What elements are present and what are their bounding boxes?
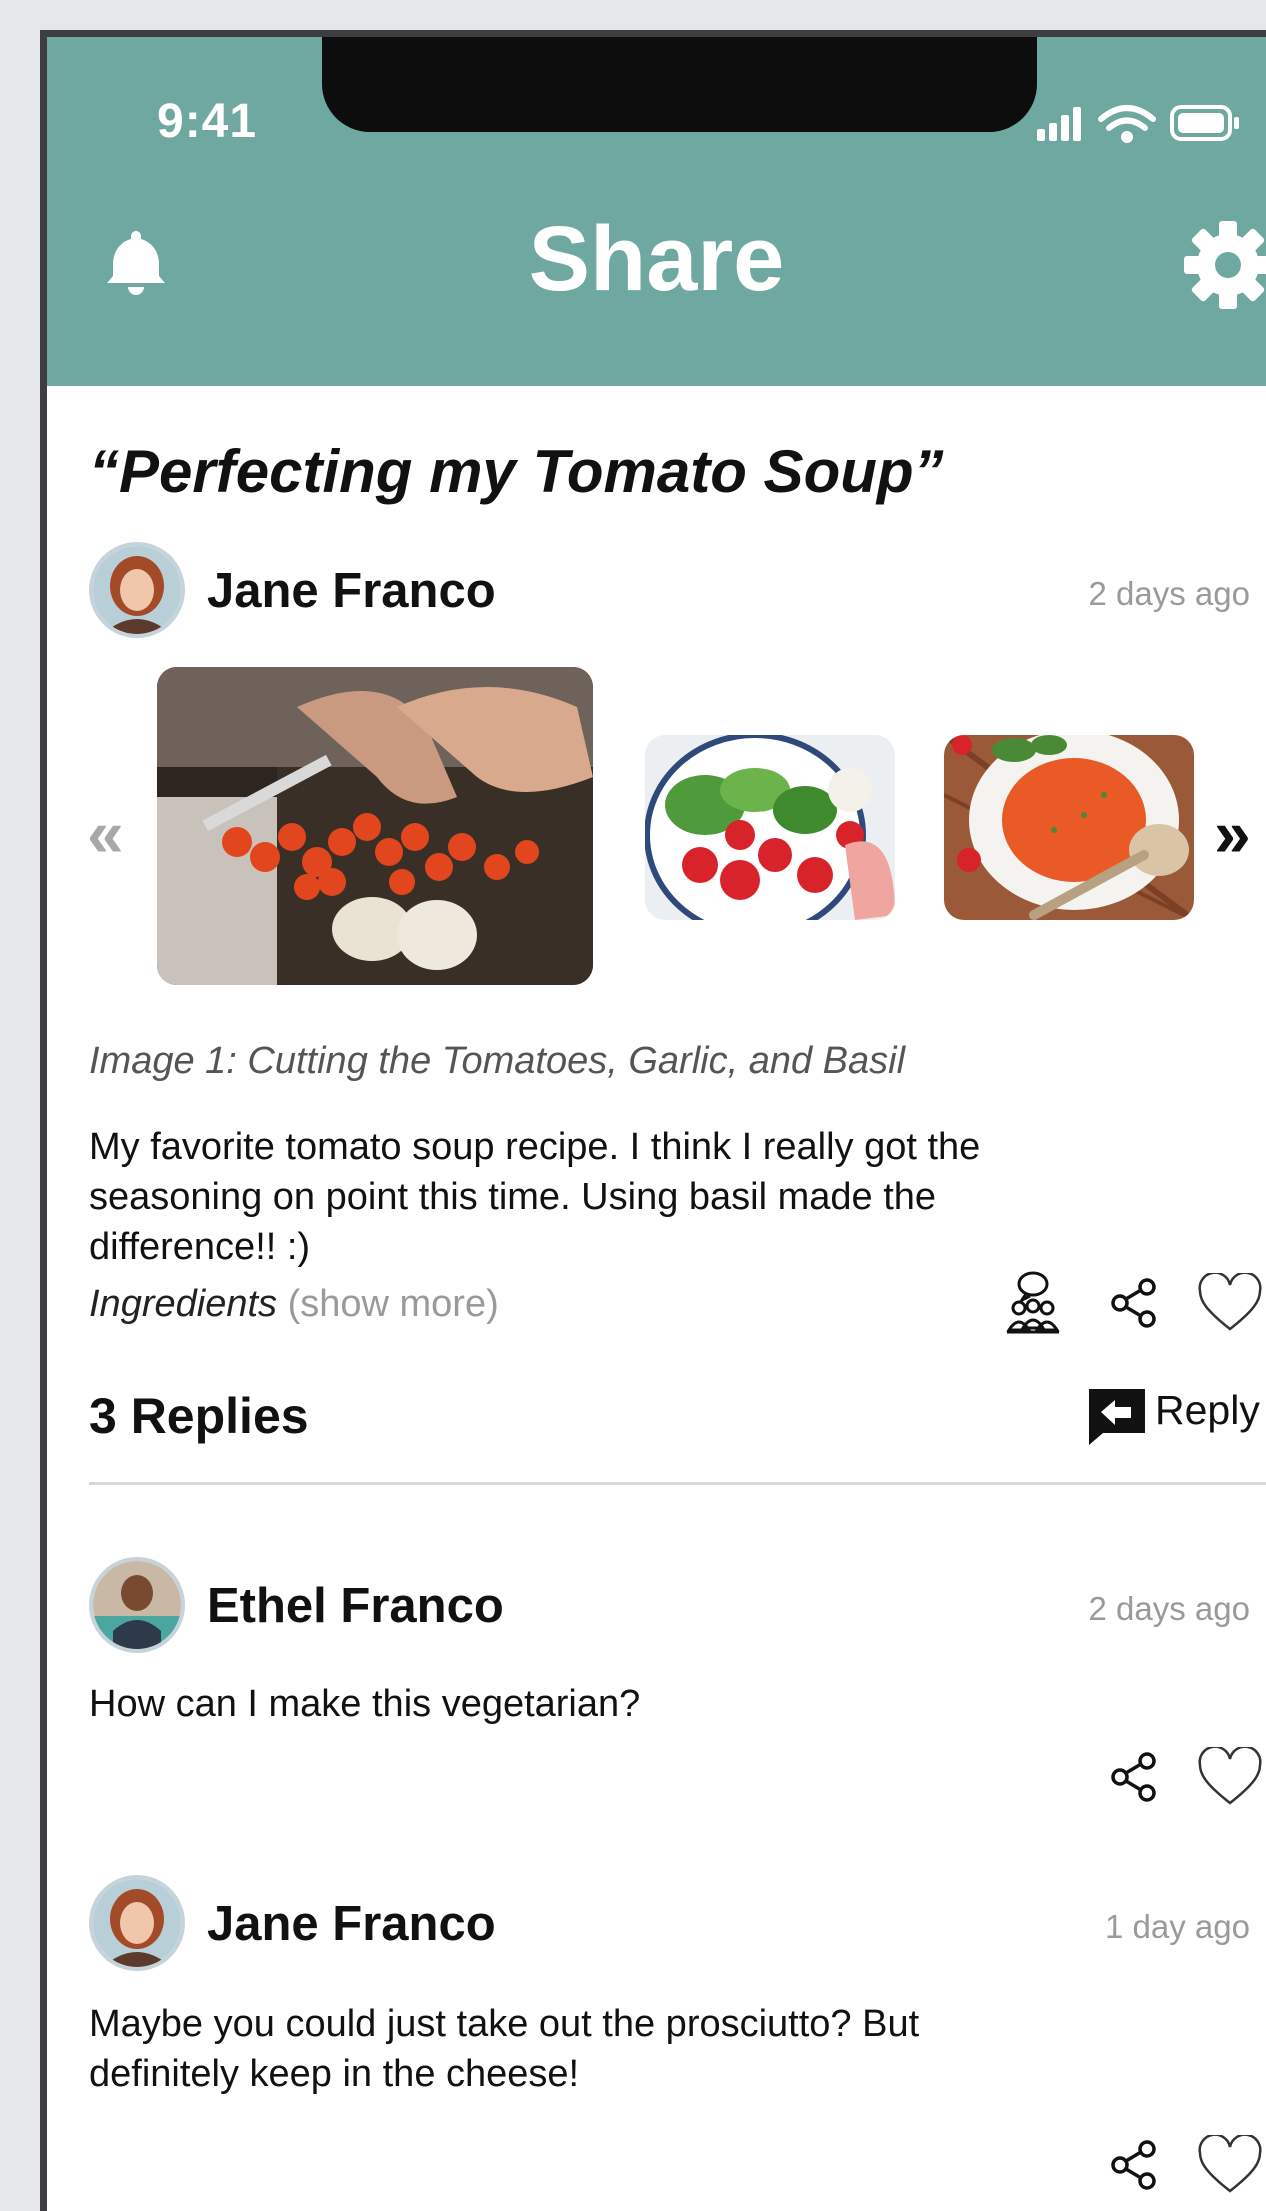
replies-count: 3 Replies <box>89 1388 309 1444</box>
reply-timestamp: 2 days ago <box>1088 1590 1250 1627</box>
image-caption: Image 1: Cutting the Tomatoes, Garlic, a… <box>89 1040 906 1082</box>
reply-author-name[interactable]: Ethel Franco <box>207 1578 504 1634</box>
post-body-line-2: seasoning on point this time. Using basi… <box>89 1176 937 1218</box>
status-icons <box>1037 105 1239 143</box>
reply-text-line-2: definitely keep in the cheese! <box>89 2053 580 2095</box>
share-icon[interactable] <box>1110 2139 1160 2191</box>
reply-button-label: Reply <box>1155 1387 1260 1433</box>
show-more-link[interactable]: (show more) <box>288 1283 499 1325</box>
author-avatar-image <box>93 546 181 634</box>
divider <box>89 1482 1266 1485</box>
heart-icon[interactable] <box>1197 2135 1263 2195</box>
status-time: 9:41 <box>157 95 258 148</box>
post-body-line-1: My favorite tomato soup recipe. I think … <box>89 1126 981 1168</box>
reply-button[interactable]: Reply <box>1087 1387 1260 1447</box>
post-author-name[interactable]: Jane Franco <box>207 563 496 619</box>
post-title: “Perfecting my Tomato Soup” <box>89 438 944 505</box>
share-icon[interactable] <box>1110 1277 1160 1329</box>
ingredients-row: Ingredients (show more) <box>89 1283 499 1326</box>
signal-icon <box>1037 107 1081 141</box>
wifi-icon <box>1098 105 1156 143</box>
reply-avatar-image <box>93 1879 181 1967</box>
avatar[interactable] <box>89 1557 185 1653</box>
ingredients-label: Ingredients <box>89 1283 278 1325</box>
reply-text: How can I make this vegetarian? <box>89 1683 641 1725</box>
app-header: 9:41 Share <box>47 37 1266 386</box>
reply-avatar-image <box>93 1561 181 1649</box>
phone-screen: 9:41 Share “Perfecting my Tomato Soup” J… <box>40 30 1266 2211</box>
group-chat-icon[interactable] <box>1004 1270 1062 1336</box>
post-body-line-3: difference!! :) <box>89 1226 311 1268</box>
carousel-prev-button[interactable]: « <box>87 795 124 871</box>
carousel-image-2[interactable] <box>645 735 895 920</box>
carousel-next-button[interactable]: » <box>1214 795 1251 871</box>
device-notch <box>322 37 1037 132</box>
heart-icon[interactable] <box>1197 1273 1263 1333</box>
avatar[interactable] <box>89 1875 185 1971</box>
reply-icon <box>1089 1389 1145 1445</box>
post-timestamp: 2 days ago <box>1088 575 1250 612</box>
gear-icon[interactable] <box>1182 219 1266 311</box>
page-title: Share <box>528 208 785 310</box>
reply-text-line-1: Maybe you could just take out the prosci… <box>89 2003 920 2045</box>
share-icon[interactable] <box>1110 1751 1160 1803</box>
battery-icon <box>1170 105 1239 141</box>
avatar[interactable] <box>89 542 185 638</box>
carousel-image-3[interactable] <box>944 735 1194 920</box>
reply-timestamp: 1 day ago <box>1105 1908 1250 1945</box>
carousel-image-1[interactable] <box>157 667 593 985</box>
reply-author-name[interactable]: Jane Franco <box>207 1896 496 1952</box>
heart-icon[interactable] <box>1197 1747 1263 1807</box>
